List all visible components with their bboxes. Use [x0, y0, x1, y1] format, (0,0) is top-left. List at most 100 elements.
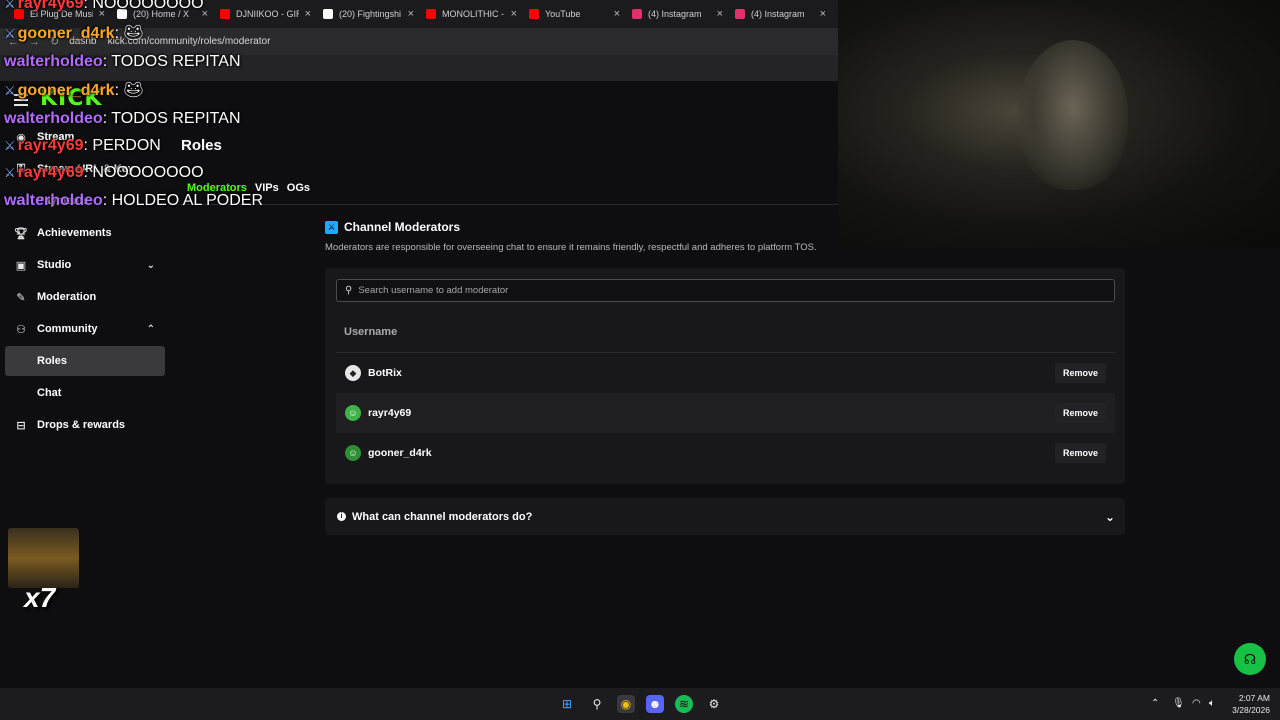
close-icon[interactable]: × [717, 8, 723, 20]
chat-message: ⚔ rayr4y69: NOOOOOOOO [4, 164, 204, 182]
emote-icon: 🐸︎ [119, 25, 144, 42]
section-title: Channel Moderators [344, 220, 461, 234]
faq-question: What can channel moderators do? [352, 510, 533, 523]
taskbar [0, 688, 1280, 720]
chat-username: gooner_d4rk [17, 25, 115, 42]
favicon-icon [735, 9, 745, 19]
community-icon: ⚇ [16, 323, 26, 336]
close-icon[interactable]: × [614, 8, 620, 20]
chevron-up-icon[interactable]: ⌃ [1151, 698, 1159, 709]
wifi-icon[interactable]: ◠ [1192, 698, 1201, 709]
browser-tab[interactable]: (4) Instagram × [729, 0, 832, 28]
headset-icon: ☊ [1243, 650, 1257, 667]
close-icon[interactable]: × [305, 8, 311, 20]
remove-button[interactable]: Remove [1054, 443, 1106, 463]
sidebar-item-roles[interactable]: Roles [5, 346, 165, 376]
chat-username: rayr4y69 [17, 137, 84, 154]
sword-icon: ⚔ [4, 165, 16, 180]
tab-title: YouTube [545, 9, 581, 19]
sword-icon: ⚔ [4, 83, 16, 98]
sword-icon: ⚔ [4, 26, 16, 41]
chat-username: walterholdeo [4, 110, 103, 127]
browser-tab[interactable]: MONOLITHIC - × [420, 0, 523, 28]
browser-tab[interactable]: YouTube × [523, 0, 626, 28]
tab-title: (20) Fightingshi [339, 9, 402, 19]
chat-username: gooner_d4rk [17, 82, 115, 99]
chat-text: : NOOOOOOOO [83, 0, 204, 12]
chat-text: : NOOOOOOOO [83, 164, 204, 181]
browser-tab[interactable]: (4) Instagram × [626, 0, 729, 28]
sidebar-item-label: Drops & rewards [37, 419, 126, 431]
info-icon: i [337, 512, 346, 521]
microphone-icon[interactable]: 🎙︎ [1172, 698, 1185, 709]
avatar: ☺ [345, 405, 361, 421]
chat-text: : HOLDEO AL PODER [102, 192, 264, 209]
sidebar-item-drops[interactable]: ⊟ Drops & rewards [5, 410, 165, 440]
favicon-icon [323, 9, 333, 19]
chat-username: rayr4y69 [17, 164, 84, 181]
chat-message: walterholdeo: TODOS REPITAN [4, 53, 241, 71]
sidebar-item-label: Moderation [37, 291, 97, 303]
search-icon: ⚲ [345, 285, 353, 296]
sidebar-item-label: Chat [37, 387, 62, 399]
chat-message: walterholdeo: TODOS REPITAN [4, 110, 241, 128]
username[interactable]: BotRix [368, 367, 402, 379]
chevron-up-icon: ⌃ [146, 323, 155, 335]
favicon-icon [220, 9, 230, 19]
windows-start-icon[interactable]: ⊞ [558, 695, 576, 713]
chat-message: walterholdeo: HOLDEO AL PODER [4, 192, 263, 210]
avatar: ☺ [345, 445, 361, 461]
chat-username: walterholdeo [4, 53, 103, 70]
search-icon[interactable]: ⚲ [588, 695, 606, 713]
trophy-icon: 🏆︎ [14, 227, 28, 240]
tab-title: DJNIIKOO - GIR [236, 9, 299, 19]
sidebar-item-achievements[interactable]: 🏆︎ Achievements [5, 218, 165, 248]
search-field[interactable]: ⚲ [336, 279, 1115, 302]
remove-button[interactable]: Remove [1054, 363, 1106, 383]
chat-message: ⚔ rayr4y69: PERDON [4, 137, 161, 155]
spotify-icon[interactable]: ≋ [675, 695, 693, 713]
column-header-username: Username [344, 326, 398, 338]
volume-icon[interactable]: 🔈︎ [1209, 698, 1215, 709]
chat-text: : TODOS REPITAN [102, 110, 241, 127]
close-icon[interactable]: × [511, 8, 517, 20]
sidebar-item-label: Achievements [37, 227, 112, 239]
clock-time: 2:07 AM [1238, 693, 1270, 703]
sidebar-item-chat[interactable]: Chat [5, 378, 165, 408]
support-button[interactable]: ☊ [1234, 643, 1266, 675]
tab-ogs[interactable]: OGs [287, 182, 310, 194]
username[interactable]: gooner_d4rk [368, 447, 432, 459]
favicon-icon [426, 9, 436, 19]
sidebar-item-studio[interactable]: ▣ Studio ⌄ [5, 250, 165, 280]
remove-button[interactable]: Remove [1054, 403, 1106, 423]
section-heading: ⚔ Channel Moderators [325, 220, 460, 234]
browser-tab[interactable]: DJNIIKOO - GIR × [214, 0, 317, 28]
page-title: Roles [181, 137, 222, 154]
chat-message: ⚔ gooner_d4rk: 🐸︎ [4, 80, 144, 100]
clock[interactable]: 2:07 AM 3/28/2026 [1226, 692, 1270, 716]
faq-accordion[interactable]: i What can channel moderators do? ⌄ [325, 498, 1125, 535]
emote-image [8, 528, 79, 588]
chat-message: ⚔ gooner_d4rk: 🐸︎ [4, 23, 144, 43]
tab-title: (4) Instagram [751, 9, 805, 19]
chat-message: ⚔ rayr4y69: NOOOOOOOO [4, 0, 204, 13]
chat-username: rayr4y69 [17, 0, 84, 12]
sidebar-item-community[interactable]: ⚇ Community ⌃ [5, 314, 165, 344]
search-input[interactable] [358, 285, 1059, 296]
close-icon[interactable]: × [408, 8, 414, 20]
moderator-sword-icon: ⚔ [325, 220, 338, 234]
discord-icon[interactable]: ☻ [646, 695, 664, 713]
studio-icon: ▣ [15, 259, 27, 272]
username[interactable]: rayr4y69 [368, 407, 411, 419]
sword-icon: ⚔ [4, 138, 16, 153]
webcam-overlay [838, 0, 1280, 248]
favicon-icon [632, 9, 642, 19]
chevron-down-icon: ⌄ [1104, 509, 1115, 524]
app-icon[interactable]: ⚙ [705, 695, 723, 713]
chrome-icon[interactable]: ◉ [617, 695, 635, 713]
clock-date: 3/28/2026 [1232, 705, 1270, 715]
browser-tab[interactable]: (20) Fightingshi × [317, 0, 420, 28]
close-icon[interactable]: × [820, 8, 826, 20]
sidebar-item-moderation[interactable]: ✎ Moderation [5, 282, 165, 312]
emote-multiplier: x7 [24, 582, 56, 613]
